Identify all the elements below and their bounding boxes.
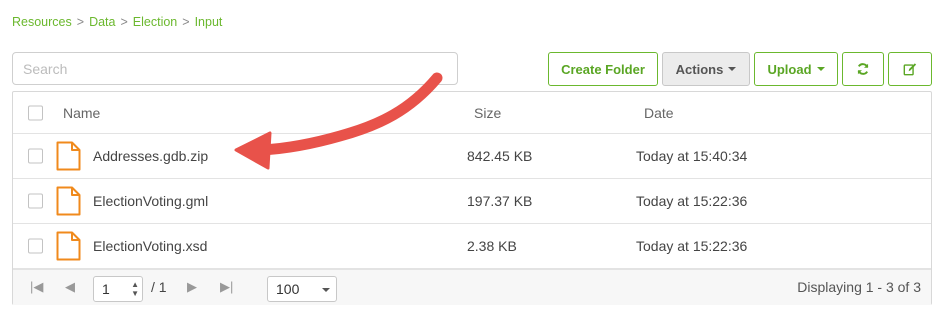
file-icon <box>56 231 81 261</box>
column-header-date[interactable]: Date <box>644 92 674 133</box>
column-header-size[interactable]: Size <box>474 92 501 133</box>
file-size: 197.37 KB <box>467 193 533 209</box>
column-header-name[interactable]: Name <box>63 92 100 133</box>
file-icon <box>56 186 81 216</box>
breadcrumb-input[interactable]: Input <box>195 15 223 29</box>
actions-label: Actions <box>675 61 724 77</box>
upload-button[interactable]: Upload <box>754 52 838 86</box>
breadcrumb-separator: > <box>120 15 128 29</box>
breadcrumb-election[interactable]: Election <box>133 15 177 29</box>
select-all-checkbox[interactable] <box>28 105 43 120</box>
file-name[interactable]: ElectionVoting.xsd <box>93 224 207 268</box>
row-checkbox[interactable] <box>28 193 43 209</box>
dropdown-icon <box>322 288 330 292</box>
table-row[interactable]: Addresses.gdb.zip 842.45 KB Today at 15:… <box>13 134 931 179</box>
page-size-value: 100 <box>276 281 300 297</box>
breadcrumb-separator: > <box>182 15 190 29</box>
file-date: Today at 15:22:36 <box>636 193 748 209</box>
prev-page-icon[interactable]: ◀ <box>65 279 75 295</box>
create-folder-button[interactable]: Create Folder <box>548 52 658 86</box>
file-size: 2.38 KB <box>467 238 517 254</box>
file-name[interactable]: ElectionVoting.gml <box>93 179 208 223</box>
first-page-icon[interactable]: |◀ <box>30 279 43 295</box>
next-page-icon[interactable]: ▶ <box>187 279 197 295</box>
edit-icon <box>903 63 917 76</box>
grid-header: Name Size Date <box>13 92 931 134</box>
breadcrumb-resources[interactable]: Resources <box>12 15 72 29</box>
displaying-count: Displaying 1 - 3 of 3 <box>797 279 921 295</box>
create-folder-label: Create Folder <box>561 61 645 77</box>
edit-button[interactable] <box>888 52 932 86</box>
page-count: / 1 <box>151 279 167 295</box>
caret-down-icon <box>728 67 737 71</box>
file-grid: Name Size Date Addresses.gdb.zip 842.45 … <box>12 91 932 305</box>
file-date: Today at 15:40:34 <box>636 148 748 164</box>
refresh-icon <box>857 63 869 75</box>
file-date: Today at 15:22:36 <box>636 238 748 254</box>
caret-down-icon <box>816 67 825 71</box>
table-row[interactable]: ElectionVoting.xsd 2.38 KB Today at 15:2… <box>13 224 931 269</box>
breadcrumb: Resources > Data > Election > Input <box>12 15 222 29</box>
pager: |◀ ◀ 1 ▲ ▼ / 1 ▶ ▶| 100 Displaying 1 - 3 … <box>13 269 931 305</box>
table-row[interactable]: ElectionVoting.gml 197.37 KB Today at 15… <box>13 179 931 224</box>
upload-label: Upload <box>767 61 812 77</box>
row-checkbox[interactable] <box>28 238 43 254</box>
breadcrumb-separator: > <box>76 15 85 29</box>
refresh-button[interactable] <box>842 52 884 86</box>
search-input[interactable] <box>12 52 458 85</box>
row-checkbox[interactable] <box>28 148 43 164</box>
breadcrumb-data[interactable]: Data <box>89 15 115 29</box>
page-number-input[interactable]: 1 ▲ ▼ <box>93 276 143 302</box>
actions-button[interactable]: Actions <box>662 52 750 86</box>
file-icon <box>56 141 81 171</box>
file-size: 842.45 KB <box>467 148 533 164</box>
page-size-select[interactable]: 100 <box>267 276 337 302</box>
file-name[interactable]: Addresses.gdb.zip <box>93 134 208 178</box>
current-page-value: 1 <box>102 281 110 297</box>
last-page-icon[interactable]: ▶| <box>220 279 233 295</box>
stepper-icon[interactable]: ▲ ▼ <box>131 280 139 298</box>
